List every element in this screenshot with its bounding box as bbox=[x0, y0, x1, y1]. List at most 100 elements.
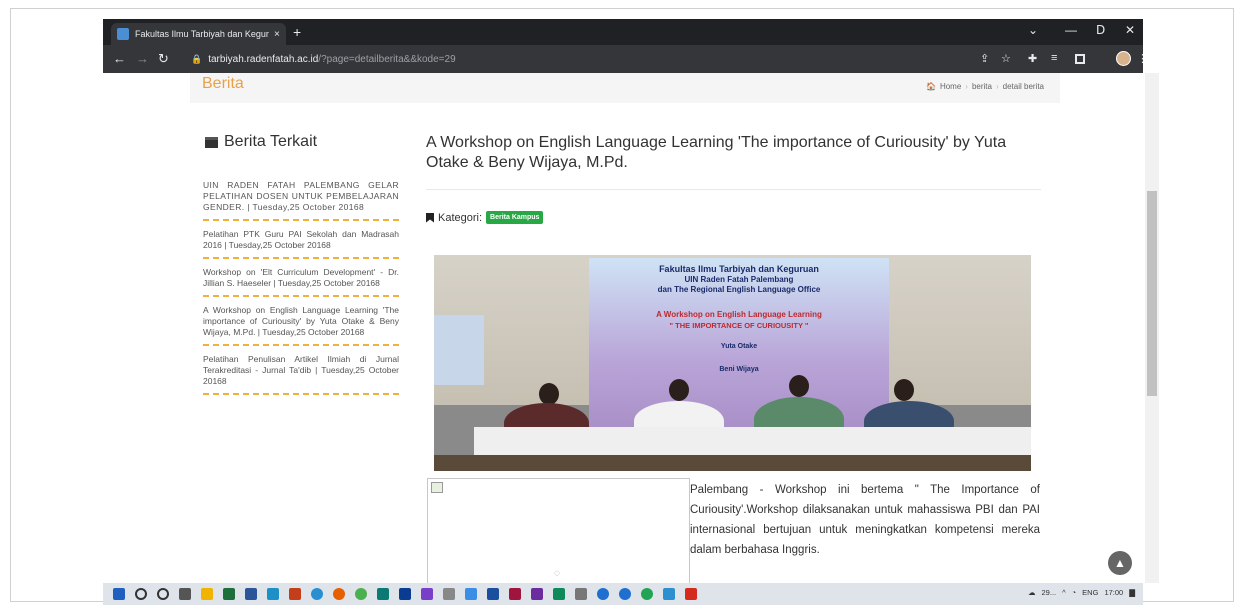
related-news-list: UIN RADEN FATAH PALEMBANG GELAR PELATIHA… bbox=[203, 178, 399, 401]
browser-toolbar: ← → ↻ 🔒 tarbiyah.radenfatah.ac.id /?page… bbox=[103, 45, 1148, 73]
app-icon[interactable] bbox=[487, 588, 499, 600]
breadcrumb-berita[interactable]: berita bbox=[972, 82, 992, 91]
mail-icon[interactable] bbox=[267, 588, 279, 600]
person-head bbox=[669, 379, 689, 401]
start-icon[interactable] bbox=[113, 588, 125, 600]
firefox-icon[interactable] bbox=[333, 588, 345, 600]
banner-line: Yuta Otake bbox=[720, 343, 758, 350]
photo-table bbox=[474, 427, 1031, 455]
related-news-item[interactable]: Pelatihan Penulisan Artikel Ilmiah di Ju… bbox=[203, 352, 399, 395]
banner-line: Beni Wijaya bbox=[719, 366, 759, 373]
windows-taskbar: ☁ 29... ^ ◔ ENG 17:00 ▇ bbox=[103, 583, 1143, 605]
banner-line: dan The Regional English Language Office bbox=[657, 285, 821, 294]
search-icon[interactable] bbox=[135, 588, 147, 600]
app-icon[interactable] bbox=[443, 588, 455, 600]
app-icon[interactable] bbox=[641, 588, 653, 600]
sidepanel-icon[interactable] bbox=[1075, 54, 1085, 64]
loading-spinner-icon: ◌ bbox=[554, 568, 560, 579]
file-explorer-icon[interactable] bbox=[201, 588, 213, 600]
forward-icon[interactable]: → bbox=[136, 51, 149, 66]
screenshot-frame: Fakultas Ilmu Tarbiyah dan Kegur × + ⌄ —… bbox=[0, 0, 1244, 609]
tab-close-icon[interactable]: × bbox=[274, 29, 280, 40]
category-label: Kategori: bbox=[438, 211, 483, 224]
banner-line: A Workshop on English Language Learning bbox=[656, 310, 822, 319]
address-bar[interactable]: 🔒 tarbiyah.radenfatah.ac.id /?page=detai… bbox=[191, 49, 1071, 69]
url-host: tarbiyah.radenfatah.ac.id bbox=[208, 53, 319, 65]
lock-icon[interactable]: 🔒 bbox=[191, 54, 202, 65]
app-icon[interactable] bbox=[663, 588, 675, 600]
back-icon[interactable]: ← bbox=[113, 51, 126, 66]
app-icon[interactable] bbox=[465, 588, 477, 600]
related-news-item[interactable]: A Workshop on English Language Learning … bbox=[203, 303, 399, 346]
banner-line: Fakultas Ilmu Tarbiyah dan Keguruan bbox=[659, 264, 819, 274]
browser-tab[interactable]: Fakultas Ilmu Tarbiyah dan Kegur × bbox=[111, 23, 286, 45]
extensions-icon[interactable]: ✚ bbox=[1028, 52, 1037, 65]
browser-tab-bar: Fakultas Ilmu Tarbiyah dan Kegur × + ⌄ —… bbox=[103, 19, 1143, 45]
new-tab-button[interactable]: + bbox=[293, 24, 301, 40]
app-icon[interactable] bbox=[553, 588, 565, 600]
tab-title: Fakultas Ilmu Tarbiyah dan Kegur bbox=[135, 29, 269, 39]
app-icon[interactable] bbox=[619, 588, 631, 600]
menu-icon[interactable]: ⋮ bbox=[1137, 52, 1148, 65]
star-icon[interactable]: ☆ bbox=[1001, 52, 1011, 65]
app-icon[interactable] bbox=[531, 588, 543, 600]
language-indicator[interactable]: ENG bbox=[1082, 588, 1098, 597]
clock[interactable]: 17:00 bbox=[1104, 588, 1123, 597]
archive-icon bbox=[205, 136, 218, 148]
close-window-button[interactable]: ✕ bbox=[1125, 23, 1135, 37]
notification-icon[interactable]: ▇ bbox=[1129, 588, 1135, 597]
related-news-item[interactable]: Pelatihan PTK Guru PAI Sekolah dan Madra… bbox=[203, 227, 399, 259]
bookmark-icon bbox=[426, 212, 434, 223]
task-view-icon[interactable] bbox=[179, 588, 191, 600]
visual-studio-icon[interactable] bbox=[421, 588, 433, 600]
home-icon: 🏠 bbox=[925, 82, 936, 91]
app-icon[interactable] bbox=[509, 588, 521, 600]
page-viewport: Berita 🏠 Home › berita › detail berita B… bbox=[103, 73, 1143, 583]
app-icon[interactable] bbox=[399, 588, 411, 600]
chrome-icon[interactable] bbox=[355, 588, 367, 600]
tray-chevron-up-icon[interactable]: ^ bbox=[1062, 588, 1066, 597]
edge-icon[interactable] bbox=[311, 588, 323, 600]
cortana-icon[interactable] bbox=[157, 588, 169, 600]
powerpoint-icon[interactable] bbox=[289, 588, 301, 600]
broken-image-icon bbox=[431, 482, 443, 493]
reading-list-icon[interactable]: ≡ bbox=[1051, 52, 1057, 64]
scroll-thumb[interactable] bbox=[1147, 191, 1157, 396]
breadcrumb-current: detail berita bbox=[1002, 82, 1044, 91]
app-icon[interactable] bbox=[597, 588, 609, 600]
person-head bbox=[894, 379, 914, 401]
page-title: Berita bbox=[202, 75, 244, 92]
restore-button[interactable]: ᗞ bbox=[1096, 23, 1105, 37]
page-scrollbar[interactable] bbox=[1145, 73, 1159, 583]
sidebar-title-text: Berita Terkait bbox=[224, 133, 318, 150]
article-photo: Fakultas Ilmu Tarbiyah dan Keguruan UIN … bbox=[434, 255, 1031, 471]
photo-floor bbox=[434, 455, 1031, 471]
related-news-item[interactable]: Workshop on 'Elt Curriculum Development'… bbox=[203, 265, 399, 297]
scroll-to-top-button[interactable]: ▲ bbox=[1108, 551, 1132, 575]
weather-temp[interactable]: 29... bbox=[1042, 588, 1057, 597]
category-badge[interactable]: Berita Kampus bbox=[486, 211, 544, 224]
related-news-item[interactable]: UIN RADEN FATAH PALEMBANG GELAR PELATIHA… bbox=[203, 178, 399, 221]
photo-workshop-banner: Fakultas Ilmu Tarbiyah dan Keguruan UIN … bbox=[589, 258, 889, 428]
system-tray: ☁ 29... ^ ◔ ENG 17:00 ▇ bbox=[1028, 588, 1135, 597]
app-icon[interactable] bbox=[377, 588, 389, 600]
weather-icon[interactable]: ☁ bbox=[1028, 588, 1036, 597]
article-body: Palembang - Workshop ini bertema " The I… bbox=[690, 484, 1040, 556]
person-head bbox=[539, 383, 559, 405]
breadcrumb-separator: › bbox=[965, 82, 968, 91]
page-header: Berita 🏠 Home › berita › detail berita bbox=[190, 73, 1060, 103]
app-icon[interactable] bbox=[575, 588, 587, 600]
tab-search-chevron-down-icon[interactable]: ⌄ bbox=[1028, 23, 1038, 37]
pdf-icon[interactable] bbox=[685, 588, 697, 600]
share-icon[interactable]: ⇪ bbox=[980, 52, 989, 65]
article-title: A Workshop on English Language Learning … bbox=[426, 134, 1007, 171]
profile-avatar[interactable] bbox=[1116, 51, 1131, 66]
network-icon[interactable]: ◔ bbox=[1072, 588, 1077, 597]
minimize-button[interactable]: — bbox=[1065, 23, 1077, 37]
breadcrumb-separator: › bbox=[995, 82, 999, 91]
breadcrumb-home[interactable]: Home bbox=[940, 82, 961, 91]
excel-icon[interactable] bbox=[223, 588, 235, 600]
word-icon[interactable] bbox=[245, 588, 257, 600]
banner-line: " THE IMPORTANCE OF CURIOUSITY " bbox=[669, 321, 809, 330]
reload-icon[interactable]: ↻ bbox=[158, 51, 169, 67]
